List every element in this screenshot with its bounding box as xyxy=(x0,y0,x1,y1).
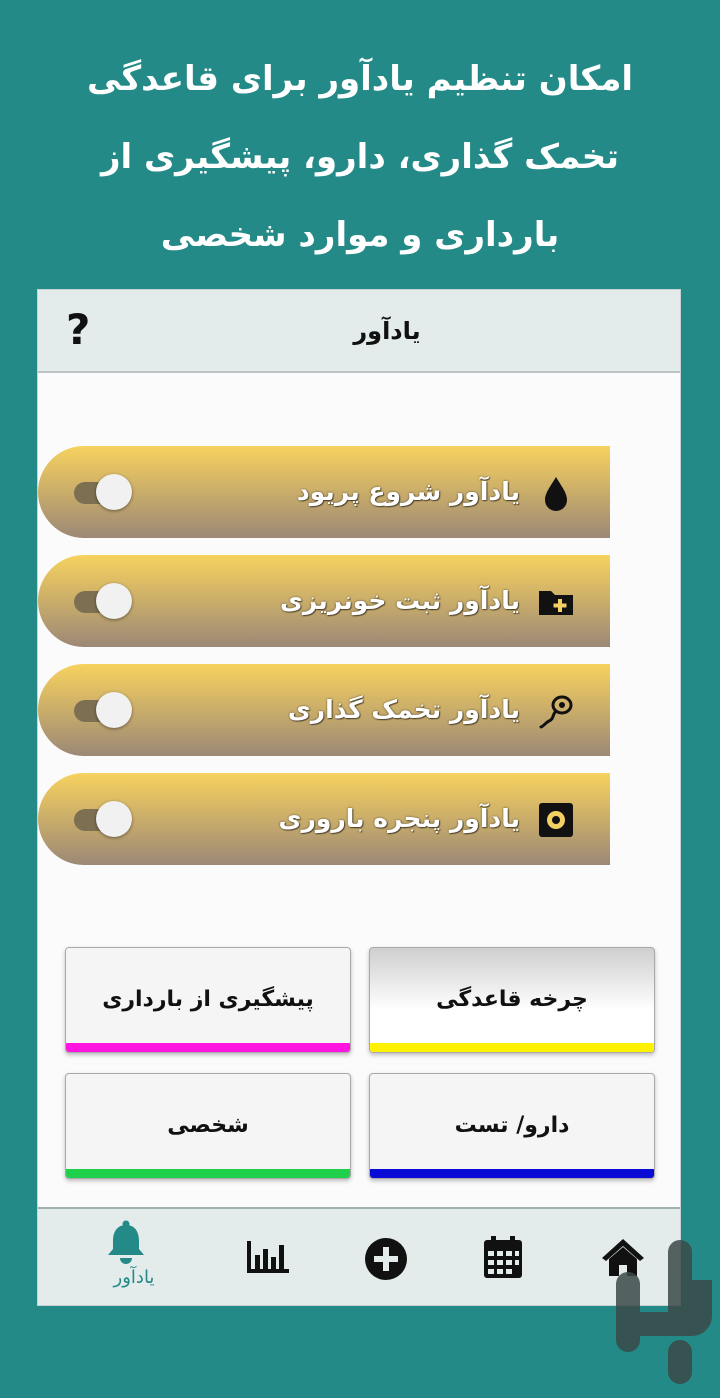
category-label: شخصی xyxy=(167,1113,249,1138)
plus-circle-icon xyxy=(365,1238,407,1280)
nav-label: یادآور xyxy=(113,1267,155,1288)
toggle-knob xyxy=(96,583,132,619)
reminder-toggle[interactable] xyxy=(74,692,134,728)
category-button-contraception[interactable]: پیشگیری از بارداری xyxy=(65,947,351,1053)
page-title: یادآور xyxy=(353,317,421,345)
nav-item-chart[interactable] xyxy=(246,1209,292,1305)
category-color-bar xyxy=(66,1169,350,1178)
folder-plus-icon xyxy=(539,591,573,615)
target-icon xyxy=(539,803,573,837)
category-button-personal[interactable]: شخصی xyxy=(65,1073,351,1179)
nav-item-calendar[interactable] xyxy=(482,1209,528,1305)
bottom-navigation: یادآور xyxy=(38,1207,680,1305)
bar-chart-icon xyxy=(247,1241,289,1273)
reminder-row-fertility-window[interactable]: یادآور پنجره باروری xyxy=(38,773,610,865)
promo-headline: امکان تنظیم یادآور برای قاعدگی تخمک گذار… xyxy=(0,40,720,274)
category-label: چرخه قاعدگی xyxy=(436,987,588,1012)
reminder-label: یادآور ثبت خونریزی xyxy=(279,586,520,615)
category-color-bar xyxy=(66,1043,350,1052)
calendar-icon xyxy=(484,1236,522,1278)
toggle-knob xyxy=(96,692,132,728)
help-icon[interactable]: ? xyxy=(66,308,90,352)
reminder-label: یادآور پنجره باروری xyxy=(278,804,520,833)
category-button-menstrual-cycle[interactable]: چرخه قاعدگی xyxy=(369,947,655,1053)
app-bar: یادآور ? xyxy=(38,290,680,373)
reminder-row-period-start[interactable]: یادآور شروع پریود xyxy=(38,446,610,538)
reminder-toggle[interactable] xyxy=(74,801,134,837)
reminder-row-ovulation[interactable]: یادآور تخمک گذاری xyxy=(38,664,610,756)
category-label: دارو/ تست xyxy=(454,1113,570,1138)
bell-icon xyxy=(108,1220,144,1264)
reminder-toggle[interactable] xyxy=(74,583,134,619)
category-color-bar xyxy=(370,1169,654,1178)
category-color-bar xyxy=(370,1043,654,1052)
reminder-toggle[interactable] xyxy=(74,474,134,510)
reminder-row-bleeding-log[interactable]: یادآور ثبت خونریزی xyxy=(38,555,610,647)
toggle-knob xyxy=(96,474,132,510)
toggle-knob xyxy=(96,801,132,837)
promo-line: تخمک گذاری، دارو، پیشگیری از xyxy=(100,137,620,177)
reminder-label: یادآور تخمک گذاری xyxy=(287,695,520,724)
nav-item-reminder[interactable]: یادآور xyxy=(104,1209,164,1305)
nav-item-add[interactable] xyxy=(364,1209,410,1305)
sperm-icon xyxy=(539,695,573,729)
category-label: پیشگیری از بارداری xyxy=(102,987,314,1012)
reminder-label: یادآور شروع پریود xyxy=(296,477,520,506)
promo-line: بارداری و موارد شخصی xyxy=(160,215,560,255)
store-logo-icon xyxy=(616,1240,712,1384)
app-screen: یادآور ? یادآور شروع پریود یادآور ثبت خو… xyxy=(37,289,681,1306)
promo-line: امکان تنظیم یادآور برای قاعدگی xyxy=(86,59,634,99)
drop-icon xyxy=(545,477,567,511)
category-button-medicine-test[interactable]: دارو/ تست xyxy=(369,1073,655,1179)
